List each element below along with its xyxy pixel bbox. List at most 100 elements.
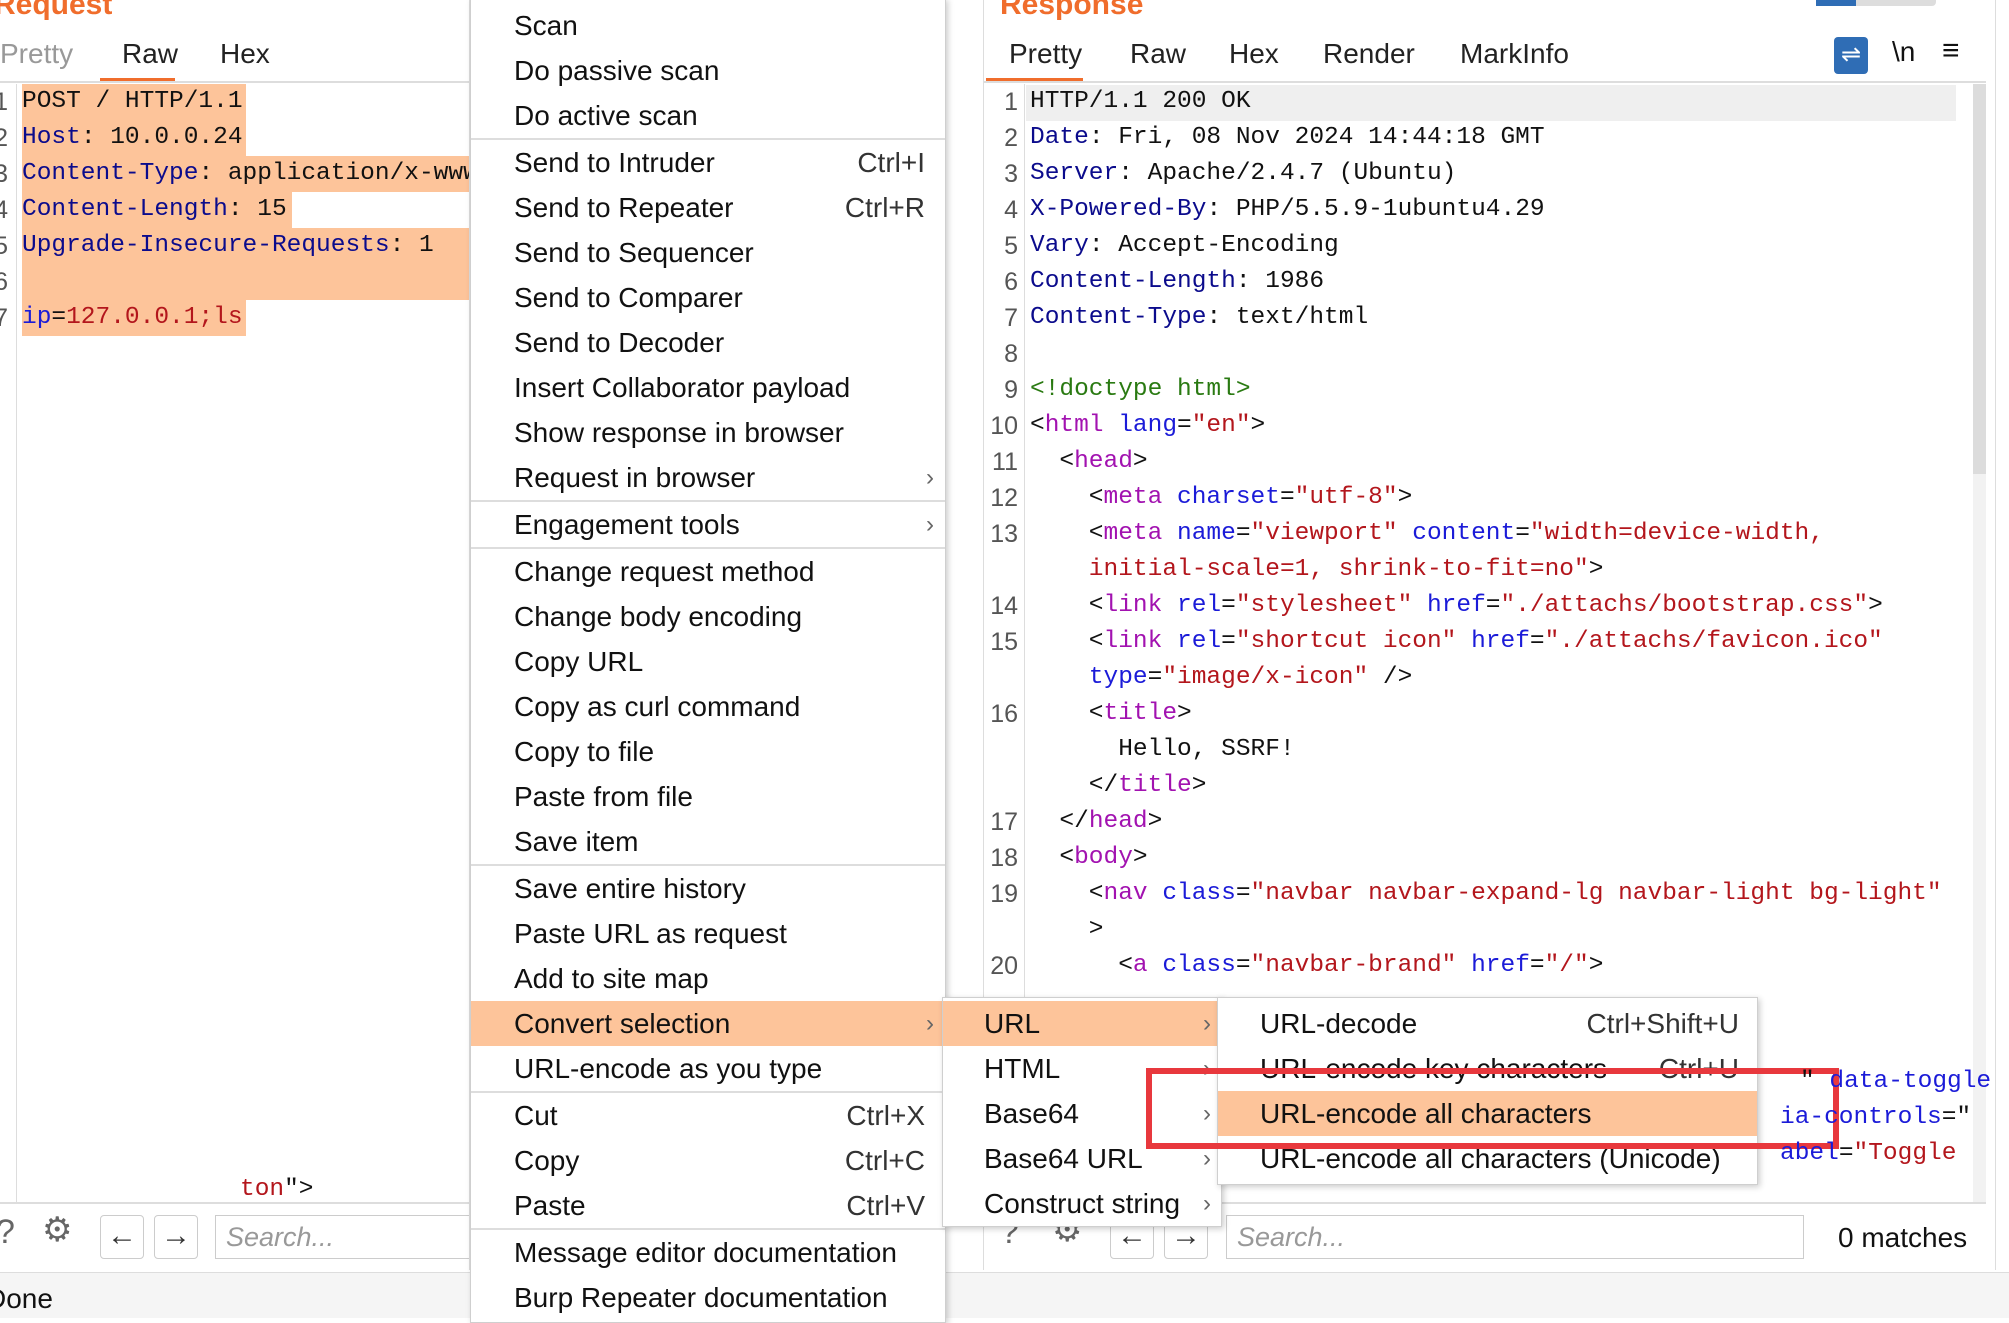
code-line: <link rel="stylesheet" href="./attachs/b…: [1030, 588, 1883, 624]
menu-item-send-to-repeater[interactable]: Send to Repeater Ctrl+R: [471, 185, 945, 230]
line-number: 5: [0, 228, 8, 264]
tab-pretty[interactable]: Pretty: [0, 38, 73, 70]
menu-item-paste[interactable]: Paste Ctrl+V: [471, 1183, 945, 1228]
menu-item-burp-repeater-documentation[interactable]: Burp Repeater documentation: [471, 1275, 945, 1320]
code-token: =: [1221, 628, 1236, 655]
tab-hex[interactable]: Hex: [1229, 38, 1279, 70]
menu-item-save-entire-history[interactable]: Save entire history: [471, 866, 945, 911]
forward-button[interactable]: →: [154, 1215, 198, 1259]
menu-item-label: Insert Collaborator payload: [514, 372, 851, 403]
line-number: 1: [1004, 88, 1018, 116]
menu-item-save-item[interactable]: Save item: [471, 819, 945, 864]
menu-item-request-in-browser[interactable]: Request in browser ›: [471, 455, 945, 500]
help-icon[interactable]: ?: [0, 1213, 15, 1252]
menu-item-add-to-site-map[interactable]: Add to site map: [471, 956, 945, 1001]
code-token: "utf-8": [1294, 484, 1398, 511]
code-token: "stylesheet": [1235, 592, 1413, 619]
code-line: <html lang="en">: [1030, 408, 1265, 444]
menu-item-paste-from-file[interactable]: Paste from file: [471, 774, 945, 819]
menu-item-convert-selection[interactable]: Convert selection ›: [471, 1001, 945, 1046]
gear-icon[interactable]: ⚙: [42, 1210, 72, 1250]
tab-pretty[interactable]: Pretty: [1009, 38, 1082, 70]
tab-markinfo[interactable]: MarkInfo: [1460, 38, 1569, 70]
code-token: ": [1800, 1068, 1830, 1095]
chevron-right-icon: ›: [926, 511, 934, 538]
menu-item-url-encode-as-you-type[interactable]: URL-encode as you type: [471, 1046, 945, 1091]
code-token: "./attachs/favicon.ico": [1544, 628, 1883, 655]
menu-item-insert-collaborator-payload[interactable]: Insert Collaborator payload: [471, 365, 945, 410]
code-token: : text/html: [1206, 304, 1369, 331]
menu-item-paste-url-as-request[interactable]: Paste URL as request: [471, 911, 945, 956]
line-number: 20: [990, 952, 1018, 980]
code-token: name: [1177, 520, 1236, 547]
menu-item-copy-url[interactable]: Copy URL: [471, 639, 945, 684]
code-token: link: [1103, 628, 1163, 655]
code-token: ia-controls: [1780, 1104, 1942, 1131]
code-line-fragment: abel="Toggle: [1780, 1136, 1956, 1172]
code-token: <: [1030, 448, 1075, 475]
menu-item-label: Send to Intruder: [514, 147, 715, 178]
tab-render[interactable]: Render: [1323, 38, 1415, 70]
line-number: 18: [990, 844, 1018, 872]
menu-item-label: Save item: [514, 826, 639, 857]
code-token: : 10.0.0.24: [80, 124, 243, 151]
code-line-fragment: " data-toggle: [1800, 1064, 1991, 1100]
menu-item-send-to-intruder[interactable]: Send to Intruder Ctrl+I: [471, 140, 945, 185]
menu-item-url-decode[interactable]: URL-decode Ctrl+Shift+U: [1218, 1001, 1757, 1046]
menu-item-send-to-comparer[interactable]: Send to Comparer: [471, 275, 945, 320]
code-token: body: [1074, 844, 1133, 871]
hamburger-icon[interactable]: ≡: [1942, 34, 1960, 68]
back-button[interactable]: ←: [100, 1215, 144, 1259]
scrollbar[interactable]: [1973, 84, 1986, 1202]
layout-toggle[interactable]: [1816, 0, 1936, 6]
menu-item-send-to-decoder[interactable]: Send to Decoder: [471, 320, 945, 365]
code-token: >: [1588, 556, 1604, 583]
menu-item-do-active-scan[interactable]: Do active scan: [471, 93, 945, 138]
menu-item-engagement-tools[interactable]: Engagement tools ›: [471, 502, 945, 547]
code-line: Content-Length: 1986: [1030, 264, 1324, 300]
menu-item-label: Send to Comparer: [514, 282, 743, 313]
code-token: "navbar-brand": [1250, 952, 1457, 979]
request-search-input[interactable]: Search...: [215, 1215, 469, 1259]
code-token: POST / HTTP/1.1: [22, 88, 243, 115]
menu-item-copy-to-file[interactable]: Copy to file: [471, 729, 945, 774]
code-token: ">: [284, 1176, 314, 1203]
menu-item-change-body-encoding[interactable]: Change body encoding: [471, 594, 945, 639]
menu-item-scan[interactable]: Scan: [471, 3, 945, 48]
code-token: "shortcut icon": [1235, 628, 1457, 655]
menu-item-message-editor-documentation[interactable]: Message editor documentation: [471, 1230, 945, 1275]
menu-item-show-response-in-browser[interactable]: Show response in browser: [471, 410, 945, 455]
code-token: Date: [1030, 124, 1089, 151]
code-line: X-Powered-By: PHP/5.5.9-1ubuntu4.29: [1030, 192, 1545, 228]
menu-item-label: Paste from file: [514, 781, 693, 812]
menu-item-url[interactable]: URL ›: [943, 1001, 1221, 1046]
line-number: 6: [0, 264, 8, 300]
code-token: nav: [1103, 880, 1148, 907]
wrap-lines-icon[interactable]: ⇌: [1834, 37, 1868, 74]
tab-hex[interactable]: Hex: [220, 38, 270, 70]
right-edge: [1995, 0, 2009, 1270]
code-token: : Apache/2.4.7 (Ubuntu): [1118, 160, 1457, 187]
tab-raw[interactable]: Raw: [1130, 38, 1186, 70]
menu-item-do-passive-scan[interactable]: Do passive scan: [471, 48, 945, 93]
menu-item-cut[interactable]: Cut Ctrl+X: [471, 1093, 945, 1138]
menu-item-send-to-sequencer[interactable]: Send to Sequencer: [471, 230, 945, 275]
response-search-input[interactable]: Search...: [1226, 1215, 1804, 1259]
code-token: =: [1529, 628, 1545, 655]
menu-item-construct-string[interactable]: Construct string ›: [943, 1181, 1221, 1226]
menu-item-copy-as-curl-command[interactable]: Copy as curl command: [471, 684, 945, 729]
code-token: =": [1941, 1104, 1972, 1131]
gutter-line: [16, 84, 17, 1204]
code-token: "viewport": [1250, 520, 1398, 547]
newline-toggle[interactable]: \n: [1892, 36, 1915, 68]
menu-item-label: Change body encoding: [514, 601, 803, 632]
code-line: ip=127.0.0.1;ls: [22, 300, 246, 336]
menu-item-change-request-method[interactable]: Change request method: [471, 549, 945, 594]
menu-item-copy[interactable]: Copy Ctrl+C: [471, 1138, 945, 1183]
code-token: <: [1030, 952, 1133, 979]
tab-raw[interactable]: Raw: [122, 38, 178, 70]
